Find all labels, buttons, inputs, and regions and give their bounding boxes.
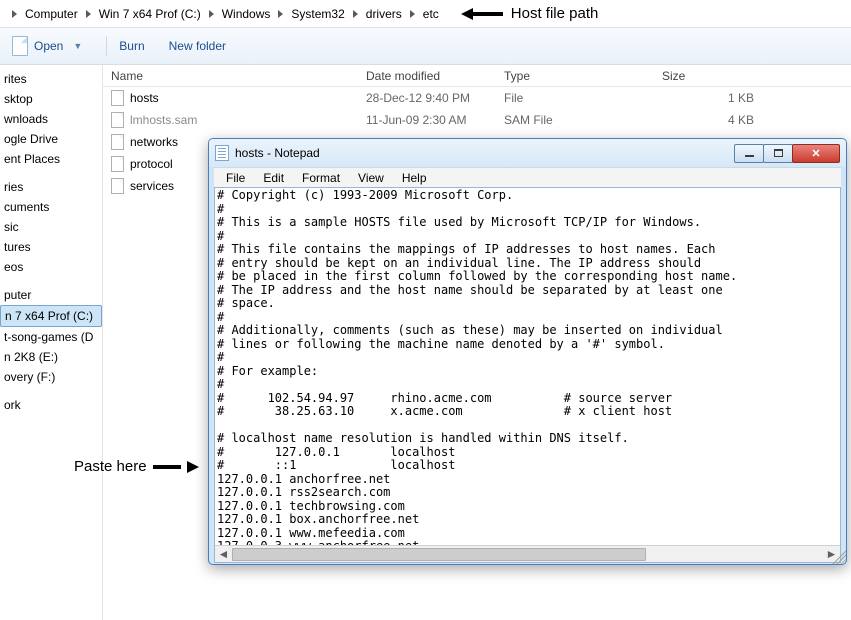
file-type: File — [496, 91, 654, 105]
sidebar-item[interactable]: ent Places — [0, 149, 102, 169]
chevron-right-icon[interactable] — [410, 10, 415, 18]
menu-format[interactable]: Format — [294, 169, 348, 187]
close-icon — [811, 147, 820, 160]
toolbar-label: Open — [34, 39, 63, 53]
file-type: SAM File — [496, 113, 654, 127]
h-scrollbar[interactable]: ◄ ► — [215, 545, 840, 562]
breadcrumb-item[interactable]: Win 7 x64 Prof (C:) — [97, 7, 203, 21]
maximize-button[interactable] — [763, 144, 793, 163]
file-name: lmhosts.sam — [130, 113, 197, 127]
sidebar-item[interactable]: tures — [0, 237, 102, 257]
chevron-right-icon[interactable] — [12, 10, 17, 18]
breadcrumb-item[interactable]: Windows — [220, 7, 273, 21]
sidebar-item[interactable]: ogle Drive — [0, 129, 102, 149]
column-header-date[interactable]: Date modified — [358, 69, 496, 83]
explorer-toolbar: Open ▼ Burn New folder — [0, 28, 851, 65]
new-folder-button[interactable]: New folder — [169, 39, 226, 53]
menu-file[interactable]: File — [218, 169, 253, 187]
file-name: protocol — [130, 157, 173, 171]
file-name: services — [130, 179, 174, 193]
maximize-icon — [774, 149, 783, 157]
breadcrumb-item[interactable]: drivers — [364, 7, 404, 21]
file-name: networks — [130, 135, 178, 149]
window-title: hosts - Notepad — [235, 146, 735, 160]
notepad-window[interactable]: hosts - Notepad File Edit Format View He… — [208, 138, 847, 565]
chevron-right-icon[interactable] — [86, 10, 91, 18]
sidebar-item[interactable]: cuments — [0, 197, 102, 217]
minimize-button[interactable] — [734, 144, 764, 163]
menu-edit[interactable]: Edit — [255, 169, 292, 187]
burn-button[interactable]: Burn — [119, 39, 144, 53]
sidebar-item[interactable]: sic — [0, 217, 102, 237]
annotation-host-path: Host file path — [461, 5, 599, 22]
column-headers: Name Date modified Type Size — [103, 65, 851, 87]
breadcrumb-item[interactable]: Computer — [23, 7, 80, 21]
column-header-type[interactable]: Type — [496, 69, 654, 83]
menubar: File Edit Format View Help — [214, 167, 841, 187]
sidebar-item-selected[interactable]: n 7 x64 Prof (C:) — [0, 305, 102, 327]
breadcrumb: Computer Win 7 x64 Prof (C:) Windows Sys… — [0, 0, 851, 28]
breadcrumb-item[interactable]: etc — [421, 7, 441, 21]
scroll-thumb[interactable] — [232, 548, 646, 561]
arrow-shaft — [473, 12, 503, 16]
file-icon — [111, 134, 124, 150]
file-date: 11-Jun-09 2:30 AM — [358, 113, 496, 127]
file-size: 1 KB — [654, 91, 774, 105]
nav-sidebar: rites sktop wnloads ogle Drive ent Place… — [0, 65, 103, 620]
annotation-text: Host file path — [511, 5, 599, 22]
sidebar-item[interactable]: wnloads — [0, 109, 102, 129]
file-date: 28-Dec-12 9:40 PM — [358, 91, 496, 105]
file-size: 4 KB — [654, 113, 774, 127]
file-icon — [12, 36, 28, 56]
file-name: hosts — [130, 91, 159, 105]
sidebar-item[interactable]: ries — [0, 177, 102, 197]
arrow-shaft — [153, 465, 181, 469]
menu-help[interactable]: Help — [394, 169, 435, 187]
sidebar-item[interactable]: puter — [0, 285, 102, 305]
breadcrumb-item[interactable]: System32 — [289, 7, 346, 21]
close-button[interactable] — [792, 144, 840, 163]
scroll-track[interactable] — [232, 547, 823, 562]
sidebar-item[interactable]: ork — [0, 395, 102, 415]
chevron-right-icon[interactable] — [209, 10, 214, 18]
column-header-name[interactable]: Name — [103, 69, 358, 83]
file-row[interactable]: hosts 28-Dec-12 9:40 PM File 1 KB — [103, 87, 851, 109]
open-button[interactable]: Open ▼ — [12, 36, 82, 56]
text-area[interactable]: # Copyright (c) 1993-2009 Microsoft Corp… — [214, 187, 841, 563]
arrow-right-icon — [187, 461, 199, 473]
notepad-icon — [215, 145, 229, 161]
sidebar-item[interactable]: rites — [0, 69, 102, 89]
text-content[interactable]: # Copyright (c) 1993-2009 Microsoft Corp… — [215, 188, 840, 563]
chevron-right-icon[interactable] — [353, 10, 358, 18]
menu-view[interactable]: View — [350, 169, 392, 187]
sidebar-item[interactable]: t-song-games (D — [0, 327, 102, 347]
titlebar[interactable]: hosts - Notepad — [209, 139, 846, 167]
file-icon — [111, 156, 124, 172]
file-row[interactable]: lmhosts.sam 11-Jun-09 2:30 AM SAM File 4… — [103, 109, 851, 131]
resize-grip-icon[interactable] — [829, 547, 846, 564]
file-icon — [111, 90, 124, 106]
minimize-icon — [745, 155, 754, 157]
file-icon — [111, 112, 124, 128]
sidebar-item[interactable]: n 2K8 (E:) — [0, 347, 102, 367]
scroll-left-icon[interactable]: ◄ — [215, 547, 232, 562]
annotation-paste-here: Paste here — [74, 458, 199, 475]
annotation-text: Paste here — [74, 458, 147, 475]
sidebar-item[interactable]: overy (F:) — [0, 367, 102, 387]
sidebar-item[interactable]: sktop — [0, 89, 102, 109]
chevron-right-icon[interactable] — [278, 10, 283, 18]
separator — [106, 36, 107, 56]
sidebar-item[interactable]: eos — [0, 257, 102, 277]
column-header-size[interactable]: Size — [654, 69, 774, 83]
arrow-left-icon — [461, 8, 473, 20]
file-icon — [111, 178, 124, 194]
